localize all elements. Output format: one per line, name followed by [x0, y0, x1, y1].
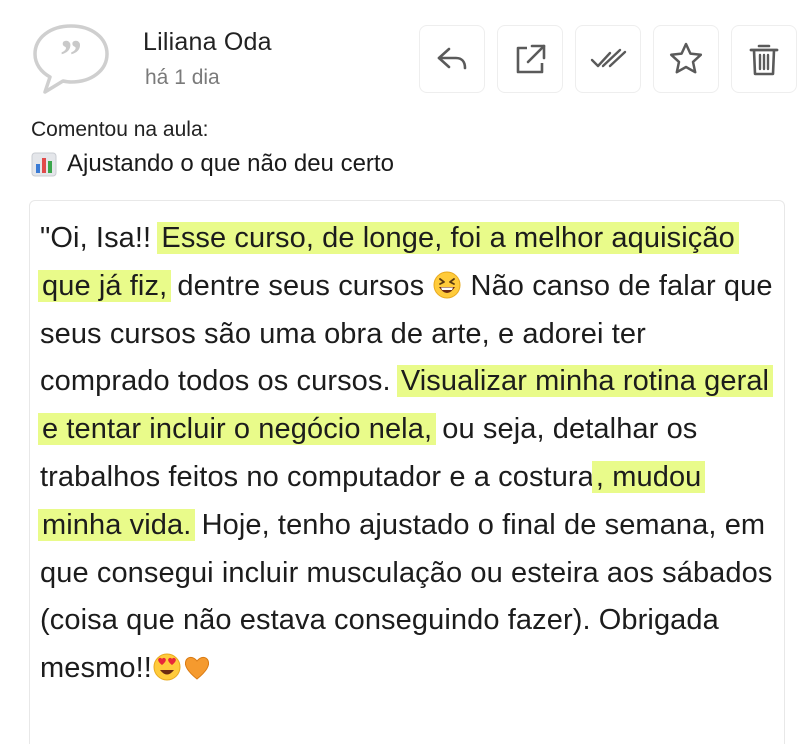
comment-text: "Oi, Isa!! Esse curso, de longe, foi a m…: [38, 215, 774, 693]
open-external-button[interactable]: [497, 25, 563, 93]
comment-segment: dentre seus cursos: [169, 269, 433, 302]
open-external-icon: [516, 44, 546, 74]
quote-bubble-icon: ”: [33, 24, 109, 94]
reply-button[interactable]: [419, 25, 485, 93]
delete-button[interactable]: [731, 25, 797, 93]
favorite-button[interactable]: [653, 25, 719, 93]
avatar: ”: [30, 20, 112, 96]
mark-read-button[interactable]: [575, 25, 641, 93]
heart-eyes-face-icon: [153, 653, 181, 681]
bar-chart-icon: [31, 152, 57, 177]
grinning-squinting-face-icon: [433, 271, 461, 299]
action-toolbar: [419, 25, 797, 93]
double-check-icon: [590, 48, 627, 68]
comment-time: há 1 dia: [145, 66, 220, 89]
lesson-title: Ajustando o que não deu certo: [67, 150, 394, 177]
author-name[interactable]: Liliana Oda: [143, 28, 272, 57]
star-icon: [669, 42, 703, 74]
orange-heart-icon: [184, 657, 209, 680]
trash-icon: [749, 44, 779, 76]
commented-label: Comentou na aula:: [31, 118, 209, 141]
comment-segment: "Oi, Isa!!: [40, 222, 160, 254]
comment-box: "Oi, Isa!! Esse curso, de longe, foi a m…: [29, 200, 785, 744]
svg-text:”: ”: [60, 31, 82, 80]
reply-icon: [437, 47, 467, 70]
lesson-link[interactable]: Ajustando o que não deu certo: [31, 150, 394, 178]
